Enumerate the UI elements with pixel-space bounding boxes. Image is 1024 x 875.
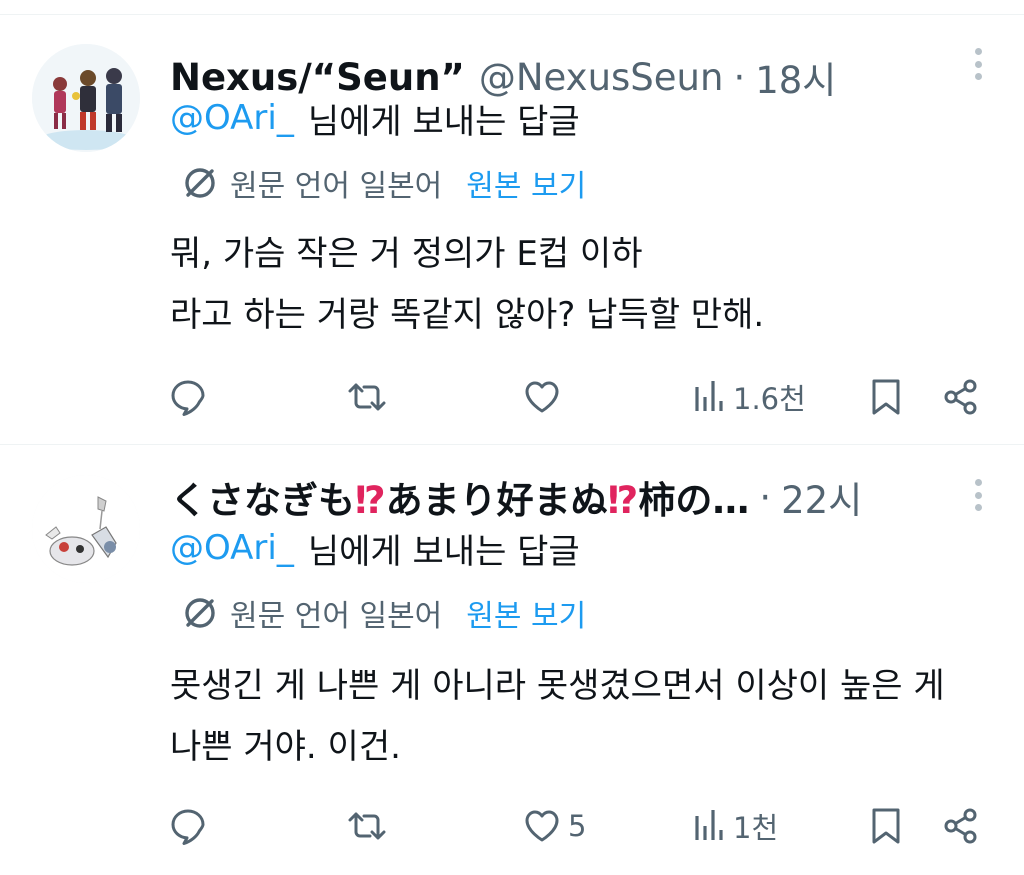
tweet-header: くさなぎも⁉あまり好まぬ⁉柿の… · 22시 [170, 472, 944, 523]
view-original-link[interactable]: 원본 보기 [466, 591, 586, 635]
user-handle[interactable]: @NexusSeun [479, 56, 724, 99]
view-count: 1.6천 [733, 382, 806, 416]
tweet-2[interactable]: くさなぎも⁉あまり好まぬ⁉柿の… · 22시 @OAri_ 님에게 보내는 답글… [0, 445, 1024, 875]
more-vertical-icon[interactable] [966, 475, 990, 515]
tweet-time[interactable]: 22시 [781, 472, 862, 522]
like-button[interactable] [522, 367, 568, 427]
translation-notice: 원문 언어 일본어 원본 보기 [180, 590, 586, 636]
heart-icon [525, 810, 559, 842]
reply-suffix: 님에게 보내는 답글 [307, 531, 580, 572]
avatar[interactable] [32, 475, 140, 583]
bookmark-icon [872, 379, 900, 415]
action-bar: 1.6천 [0, 367, 1024, 427]
tweet-body-line: 못생긴 게 나쁜 게 아니라 못생겼으면서 이상이 높은 게 [170, 665, 945, 706]
tweet-body-line: 뭐, 가슴 작은 거 정의가 E컵 이하 [170, 233, 643, 274]
translate-label: 원문 언어 일본어 [230, 599, 443, 634]
reply-context: @OAri_ 님에게 보내는 답글 [170, 525, 580, 572]
action-bar: 5 1천 [0, 796, 1024, 856]
tweet-body-line: 라고 하는 거랑 똑같지 않아? 납득할 만해. [170, 294, 765, 335]
view-count: 1천 [733, 811, 779, 845]
heart-icon [525, 381, 559, 413]
retweet-button[interactable] [346, 796, 394, 856]
more-vertical-icon[interactable] [966, 44, 990, 84]
views-chart-icon [695, 810, 723, 840]
share-button[interactable] [942, 367, 980, 427]
separator-dot: · [759, 475, 772, 519]
reply-button[interactable] [168, 367, 214, 427]
translate-label: 원문 언어 일본어 [230, 169, 443, 204]
interrobang-emoji: ⁉ [607, 479, 639, 522]
tweet-body-line: 나쁜 거야. 이건. [170, 726, 401, 767]
reply-icon [171, 380, 205, 416]
tweet-time[interactable]: 18시 [755, 52, 836, 102]
translate-icon [185, 598, 215, 628]
view-original-link[interactable]: 원본 보기 [466, 161, 586, 205]
share-button[interactable] [942, 796, 980, 856]
reply-context: @OAri_ 님에게 보내는 답글 [170, 95, 580, 142]
tweet-1[interactable]: Nexus/“Seun” @NexusSeun · 18시 @OAri_ 님에게… [0, 14, 1024, 444]
like-button[interactable]: 5 [522, 796, 586, 856]
interrobang-emoji: ⁉ [355, 479, 386, 522]
reply-icon [171, 809, 205, 845]
like-count: 5 [568, 809, 587, 843]
reply-mention[interactable]: @OAri_ [170, 528, 294, 568]
separator-dot: · [733, 55, 746, 99]
retweet-button[interactable] [346, 367, 394, 427]
views-button[interactable]: 1천 [693, 796, 778, 856]
share-icon [944, 808, 977, 844]
retweet-icon [348, 812, 386, 840]
display-name-part: くさなぎも [170, 479, 355, 522]
views-chart-icon [695, 381, 723, 411]
translate-icon [185, 168, 215, 198]
avatar[interactable] [32, 44, 140, 152]
display-name-part: あまり好まぬ [385, 479, 608, 522]
display-name[interactable]: くさなぎも⁉あまり好まぬ⁉柿の… [170, 472, 749, 522]
share-icon [944, 379, 977, 415]
reply-mention[interactable]: @OAri_ [170, 98, 294, 138]
display-name-part: 柿の… [638, 479, 750, 522]
retweet-icon [348, 383, 386, 411]
translation-notice: 원문 언어 일본어 원본 보기 [180, 160, 586, 206]
bookmark-button[interactable] [868, 796, 904, 856]
views-button[interactable]: 1.6천 [693, 367, 806, 427]
reply-button[interactable] [168, 796, 214, 856]
bookmark-icon [872, 808, 900, 844]
display-name[interactable]: Nexus/“Seun” [170, 56, 465, 99]
reply-suffix: 님에게 보내는 답글 [307, 101, 580, 142]
bookmark-button[interactable] [868, 367, 904, 427]
